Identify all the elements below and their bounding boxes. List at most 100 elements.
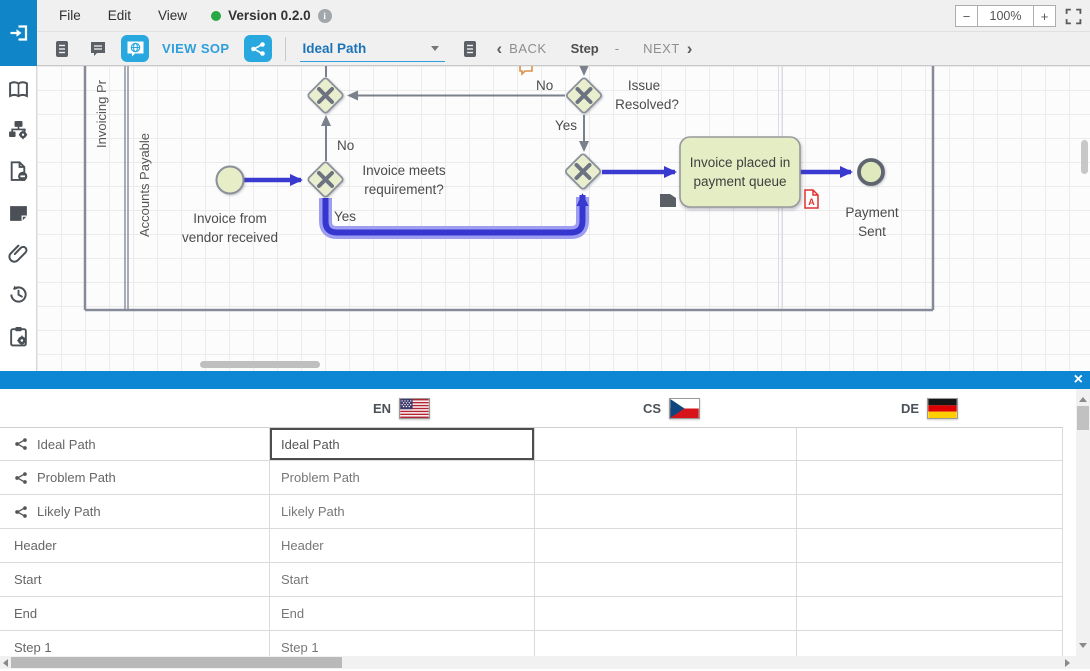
table-row: Ideal Path [0,427,1063,461]
comment-icon[interactable] [89,40,107,58]
version-label: Version 0.2.0 [228,8,311,23]
task-payment-queue[interactable] [680,137,800,207]
cell-de[interactable] [797,461,1063,494]
step-value: - [615,41,619,56]
cell-cs[interactable] [535,461,797,494]
table-row: Likely Path Likely Path [0,495,1063,529]
path-share-icon [14,437,28,451]
language-header-cs: CS [643,389,700,427]
end-event[interactable] [859,160,883,184]
enter-arrow-icon [8,22,30,44]
cell-en[interactable]: Header [270,529,535,562]
start-event[interactable] [217,167,244,194]
task-label-1: Invoice placed in [690,155,791,170]
menu-file[interactable]: File [59,8,81,23]
translate-chat-globe-button[interactable] [121,35,149,62]
cell-cs[interactable] [535,597,797,630]
zoom-out-button[interactable]: − [955,5,978,27]
cell-cs[interactable] [535,495,797,528]
canvas-horizontal-scrollbar[interactable] [200,361,320,368]
cell-de[interactable] [797,563,1063,596]
flow-gear-icon[interactable] [8,120,29,141]
diagram-canvas[interactable]: Invoicing Pr Accounts Payable Invoice fr… [37,66,1090,371]
scroll-right-icon[interactable] [1065,659,1070,667]
cell-en[interactable]: Start [270,563,535,596]
cell-de[interactable] [797,529,1063,562]
zoom-in-button[interactable]: + [1033,5,1056,27]
gateway-issue[interactable] [566,77,603,114]
cell-en[interactable]: Problem Path [270,461,535,494]
back-button[interactable]: BACK [509,41,546,56]
chevron-right-icon: › [687,40,693,57]
sop-document-icon[interactable] [461,40,479,58]
version-indicator: Version 0.2.0 i [211,8,332,23]
gateway-requirement-label-1: Invoice meets [362,163,446,178]
cell-de[interactable] [797,428,1063,460]
page-horizontal-scrollbar[interactable] [0,656,1090,669]
app-logo-button[interactable] [0,0,37,66]
info-icon[interactable]: i [318,9,332,23]
cell-en[interactable]: End [270,597,535,630]
language-header-row: EN CS DE [0,389,1063,427]
label-yes-2: Yes [555,118,577,133]
fullscreen-icon[interactable] [1065,8,1082,25]
end-event-label-1: Payment [845,205,899,220]
cell-de[interactable] [797,597,1063,630]
scroll-left-icon[interactable] [3,659,8,667]
gateway-merge-2[interactable] [565,153,602,190]
cell-cs[interactable] [535,563,797,596]
translation-panel: × EN CS D [0,371,1090,656]
file-remove-icon[interactable] [8,161,29,182]
attachment-document-icon[interactable] [660,194,676,207]
chevron-left-icon: ‹ [497,40,503,57]
start-event-label-2: vendor received [182,230,278,245]
share-button[interactable] [244,35,272,62]
gateway-requirement[interactable] [307,161,344,198]
label-yes-1: Yes [334,209,356,224]
row-label-text: Likely Path [37,504,101,519]
cell-cs[interactable] [535,428,797,460]
step-navigation: ‹ BACK Step - NEXT › [497,40,693,57]
path-selector[interactable]: Ideal Path [300,36,445,62]
translation-input-en[interactable] [270,428,534,460]
canvas-vertical-scrollbar[interactable] [1081,140,1088,174]
view-sop-button[interactable]: VIEW SOP [162,41,230,56]
table-row: End End [0,597,1063,631]
svg-text:A: A [808,197,815,207]
scroll-down-icon[interactable] [1079,643,1087,648]
panel-scrollbar-thumb[interactable] [1077,406,1089,430]
comment-marker-icon[interactable] [520,66,532,74]
path-share-icon [14,471,28,485]
status-dot-icon [211,11,221,21]
zoom-level-value[interactable]: 100% [978,5,1033,27]
next-button[interactable]: NEXT [643,41,680,56]
gateway-merge-top[interactable] [307,77,344,114]
chevron-down-icon [431,46,439,51]
pdf-file-icon[interactable]: A [805,190,818,208]
pool-invoicing-process[interactable]: Invoicing Pr Accounts Payable [85,66,933,310]
panel-vertical-scrollbar[interactable] [1076,389,1090,656]
language-header-de: DE [901,389,958,427]
clipboard-gear-icon[interactable] [8,326,29,347]
path-share-icon [14,505,28,519]
menu-edit[interactable]: Edit [108,8,131,23]
book-icon[interactable] [8,80,29,101]
note-icon[interactable] [8,203,29,224]
language-code-de: DE [901,401,919,416]
language-code-cs: CS [643,401,661,416]
close-icon[interactable]: × [1074,371,1083,389]
row-label-text: Step 1 [14,640,52,655]
row-label-start: Start [0,563,270,596]
menu-view[interactable]: View [158,8,187,23]
page-scrollbar-thumb[interactable] [11,657,342,668]
scroll-up-icon[interactable] [1079,397,1087,402]
history-icon[interactable] [8,284,29,305]
paperclip-icon[interactable] [8,243,29,264]
cell-de[interactable] [797,495,1063,528]
document-icon[interactable] [53,40,71,58]
lane-label: Accounts Payable [137,133,152,237]
czech-flag-icon [669,398,700,419]
row-label-problem-path: Problem Path [0,461,270,494]
cell-en[interactable]: Likely Path [270,495,535,528]
cell-cs[interactable] [535,529,797,562]
